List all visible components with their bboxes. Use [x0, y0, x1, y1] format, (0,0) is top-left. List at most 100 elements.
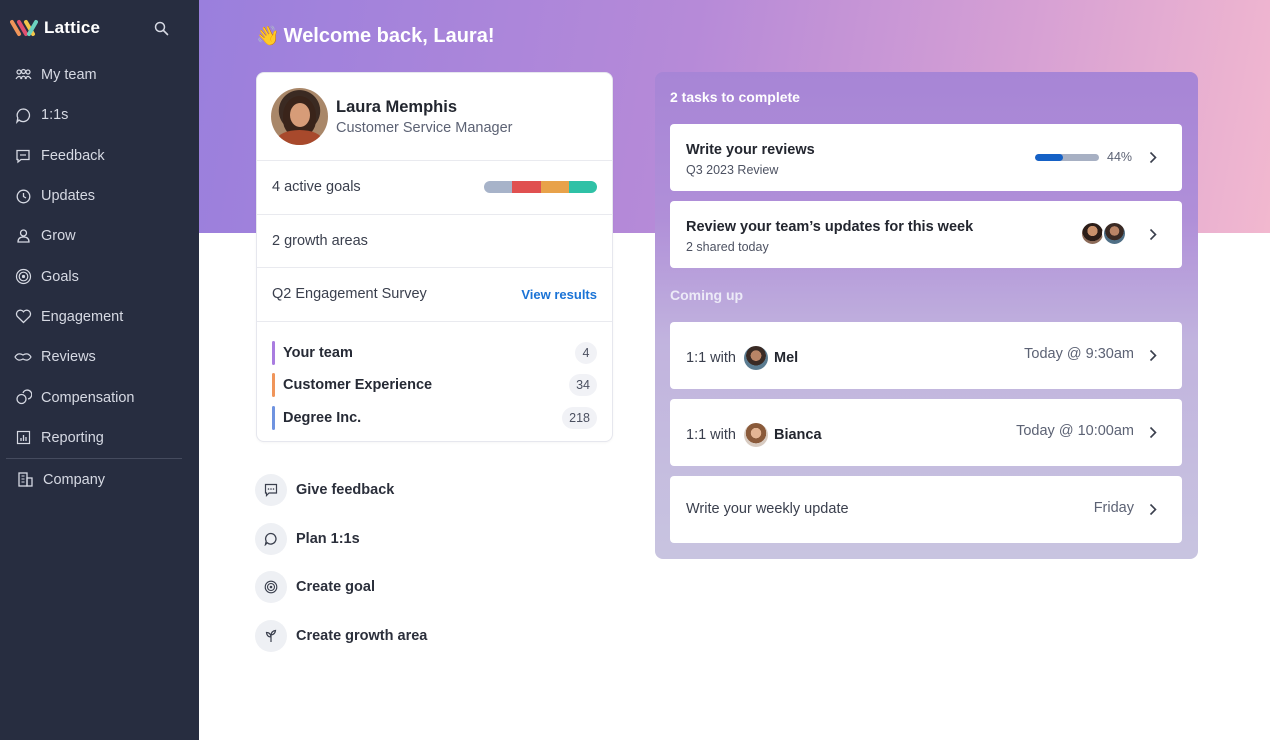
brand[interactable]: Lattice — [10, 15, 100, 41]
brand-name: Lattice — [44, 18, 101, 37]
sidebar-item-label: Feedback — [41, 147, 105, 164]
chevron-right-icon — [1146, 347, 1160, 363]
chevron-right-icon — [1146, 424, 1160, 440]
sidebar-item-label: Grow — [41, 228, 76, 245]
feedback-icon — [255, 474, 287, 507]
search-button[interactable] — [151, 18, 171, 38]
task-title: Review your team’s updates for this week — [686, 219, 974, 235]
group-count: 4 — [575, 341, 597, 364]
chat-bubble-icon — [14, 106, 32, 124]
create-goal-button[interactable]: Create goal — [255, 563, 427, 612]
sidebar-item-goals[interactable]: Goals — [0, 256, 199, 296]
sidebar-item-label: Reporting — [41, 429, 104, 446]
chevron-right-icon — [1146, 149, 1160, 165]
profile-name: Laura Memphis — [336, 98, 458, 116]
sidebar-item-updates[interactable]: Updates — [0, 176, 199, 216]
sidebar-item-label: Engagement — [41, 308, 124, 325]
sidebar-item-my-team[interactable]: My team — [0, 55, 199, 95]
quick-actions: Give feedback Plan 1:1s Create goal Crea… — [255, 466, 427, 660]
group-color-bar — [272, 373, 275, 398]
group-customer-experience[interactable]: Customer Experience 34 — [272, 369, 597, 402]
target-icon — [255, 571, 287, 604]
target-icon — [14, 268, 32, 286]
task-review-team-updates[interactable]: Review your team’s updates for this week… — [670, 201, 1182, 268]
team-icon — [14, 66, 32, 84]
sidebar-item-reviews[interactable]: Reviews — [0, 337, 199, 377]
one-on-one-person: Mel — [773, 350, 799, 366]
active-goals-label: 4 active goals — [272, 179, 361, 196]
search-icon — [154, 21, 168, 35]
group-color-bar — [272, 405, 275, 430]
event-time: Today @ 10:00am — [1016, 423, 1134, 439]
goal-segment — [512, 181, 541, 194]
sidebar-item-one-on-ones[interactable]: 1:1s — [0, 95, 199, 135]
quick-action-label: Give feedback — [296, 482, 395, 499]
sidebar-item-label: Reviews — [41, 349, 96, 366]
sidebar-divider — [6, 457, 182, 459]
group-count: 218 — [562, 406, 597, 429]
grow-icon — [14, 227, 32, 245]
chart-icon — [14, 429, 32, 447]
coming-up-heading: Coming up — [670, 287, 744, 303]
sidebar-item-company[interactable]: Company — [0, 460, 199, 500]
event-time: Today @ 9:30am — [1024, 346, 1134, 362]
chevron-right-icon — [1146, 501, 1160, 517]
avatar — [1102, 221, 1127, 246]
group-your-team[interactable]: Your team 4 — [272, 337, 597, 370]
sidebar-item-label: 1:1s — [41, 107, 69, 124]
message-icon — [14, 147, 32, 165]
groups-list: Your team 4 Customer Experience 34 Degre… — [257, 322, 612, 435]
profile-header[interactable]: Laura Memphis Customer Service Manager — [257, 73, 612, 161]
profile-role: Customer Service Manager — [336, 120, 513, 136]
give-feedback-button[interactable]: Give feedback — [255, 466, 427, 515]
sidebar-item-compensation[interactable]: Compensation — [0, 377, 199, 417]
tasks-panel: 2 tasks to complete Write your reviews Q… — [655, 72, 1198, 559]
sidebar-item-label: Company — [43, 471, 106, 488]
goals-status-bar — [484, 181, 597, 194]
survey-row: Q2 Engagement Survey View results — [257, 268, 612, 322]
plan-one-on-ones-button[interactable]: Plan 1:1s — [255, 515, 427, 564]
active-goals-row[interactable]: 4 active goals — [257, 161, 612, 215]
upcoming-text: Write your weekly update — [686, 501, 849, 517]
group-name: Your team — [283, 344, 353, 361]
group-degree-inc[interactable]: Degree Inc. 218 — [272, 402, 597, 435]
progress-percent: 44% — [1107, 150, 1133, 164]
sidebar: Lattice My team 1:1s Feedback Updates Gr… — [0, 0, 199, 740]
task-subtitle: 2 shared today — [686, 240, 769, 254]
group-name: Customer Experience — [283, 377, 433, 394]
progress-fill — [1035, 154, 1064, 161]
wave-icon: 👋 — [256, 26, 280, 47]
reviews-icon — [14, 348, 32, 366]
sidebar-item-reporting[interactable]: Reporting — [0, 418, 199, 458]
quick-action-label: Create growth area — [296, 627, 428, 644]
sidebar-item-feedback[interactable]: Feedback — [0, 136, 199, 176]
lattice-logo-icon — [10, 20, 38, 36]
compensation-icon — [14, 389, 32, 407]
growth-areas-row[interactable]: 2 growth areas — [257, 215, 612, 268]
upcoming-one-on-one-bianca[interactable]: 1:1 with Bianca Today @ 10:00am — [670, 399, 1182, 466]
upcoming-one-on-one-mel[interactable]: 1:1 with Mel Today @ 9:30am — [670, 322, 1182, 389]
page-title: 👋 Welcome back, Laura! — [256, 24, 495, 48]
one-on-one-prefix: 1:1 with — [686, 427, 736, 443]
goal-segment — [540, 181, 569, 194]
growth-icon — [255, 619, 287, 652]
view-results-link[interactable]: View results — [521, 287, 597, 302]
event-time: Friday — [1093, 500, 1134, 516]
profile-card: Laura Memphis Customer Service Manager 4… — [256, 72, 613, 442]
task-write-reviews[interactable]: Write your reviews Q3 2023 Review 44% — [670, 124, 1182, 191]
group-name: Degree Inc. — [283, 409, 362, 426]
heart-icon — [14, 308, 32, 326]
sidebar-item-grow[interactable]: Grow — [0, 216, 199, 256]
avatar[interactable] — [271, 88, 328, 145]
upcoming-weekly-update[interactable]: Write your weekly update Friday — [670, 476, 1182, 543]
sidebar-nav: My team 1:1s Feedback Updates Grow Goals… — [0, 55, 199, 500]
sidebar-item-engagement[interactable]: Engagement — [0, 297, 199, 337]
quick-action-label: Create goal — [296, 579, 375, 596]
sidebar-item-label: My team — [41, 67, 97, 84]
avatar — [743, 346, 768, 370]
review-progress-bar — [1035, 154, 1099, 161]
tasks-heading: 2 tasks to complete — [670, 89, 800, 105]
create-growth-area-button[interactable]: Create growth area — [255, 612, 427, 661]
welcome-text: Welcome back, Laura! — [283, 24, 495, 47]
sidebar-item-label: Updates — [41, 188, 96, 205]
